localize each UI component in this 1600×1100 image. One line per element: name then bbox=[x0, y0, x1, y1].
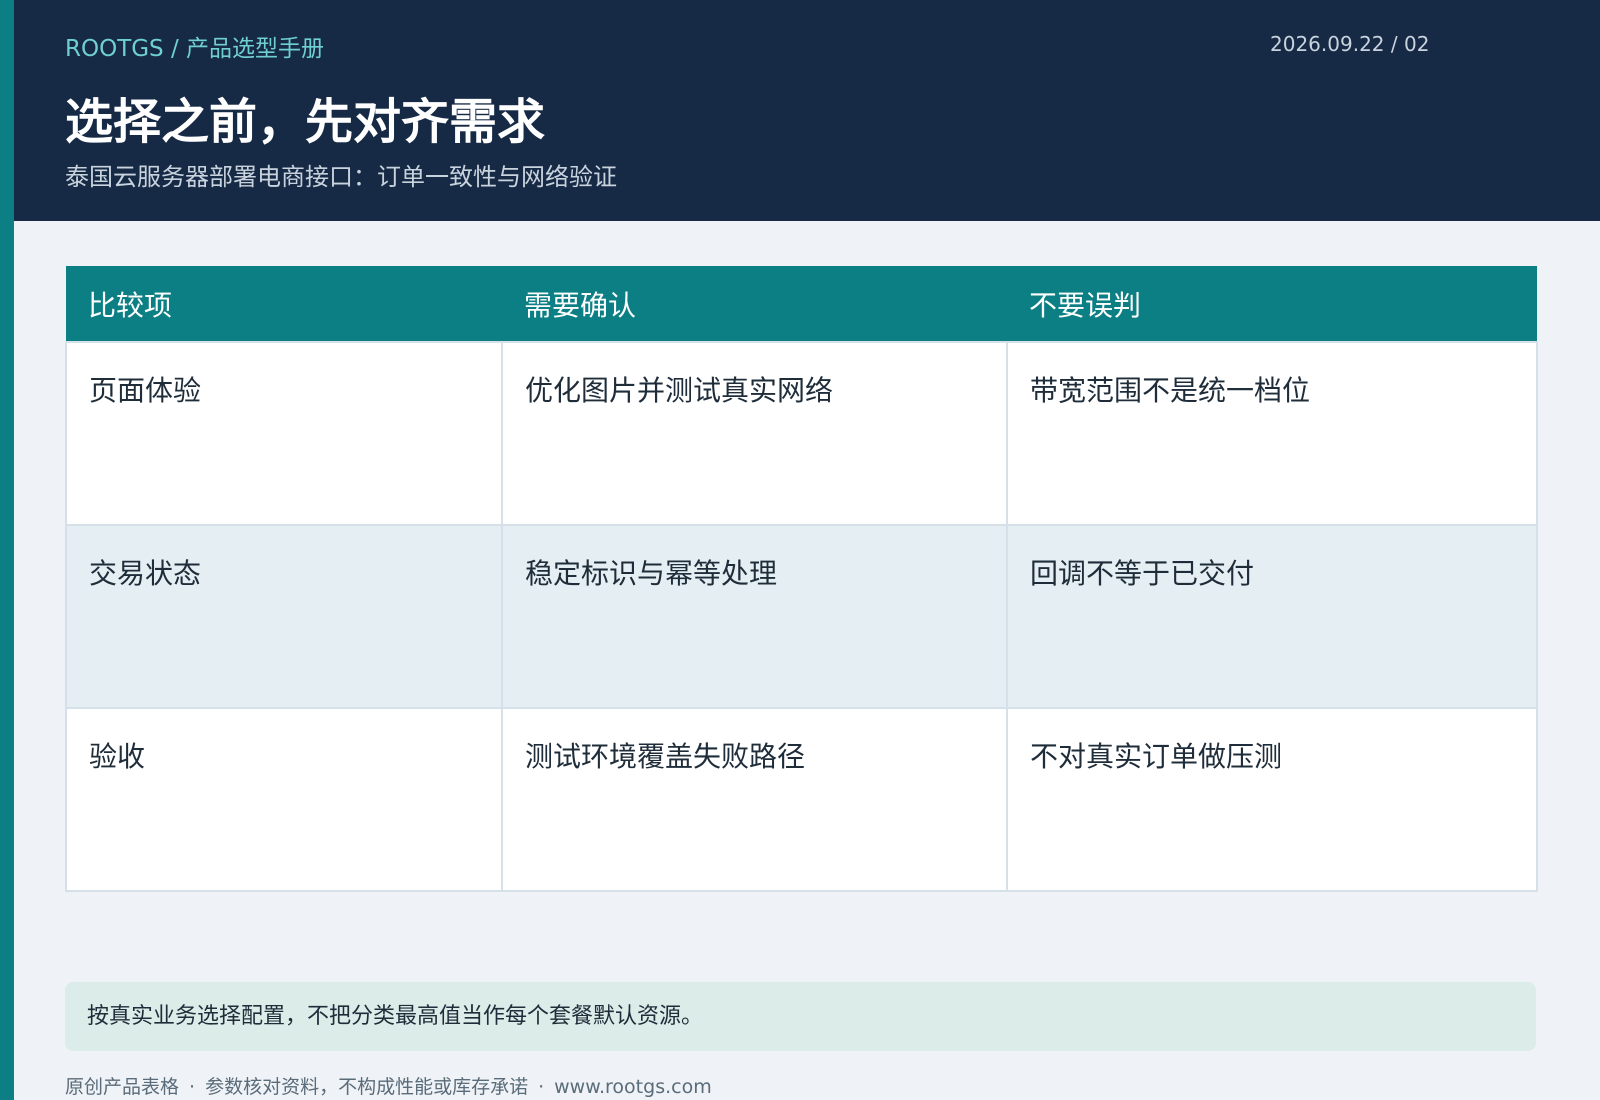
table-row: 页面体验 优化图片并测试真实网络 带宽范围不是统一档位 bbox=[65, 341, 1538, 526]
accent-bar bbox=[0, 0, 14, 1100]
comparison-table: 比较项 需要确认 不要误判 页面体验 优化图片并测试真实网络 带宽范围不是统一档… bbox=[65, 266, 1538, 892]
table-header-row: 比较项 需要确认 不要误判 bbox=[66, 266, 1537, 342]
table-row: 验收 测试环境覆盖失败路径 不对真实订单做压测 bbox=[65, 707, 1538, 892]
footer-website-link[interactable]: www.rootgs.com bbox=[554, 1076, 712, 1098]
note-banner: 按真实业务选择配置，不把分类最高值当作每个套餐默认资源。 bbox=[65, 982, 1536, 1051]
table-cell: 回调不等于已交付 bbox=[1006, 524, 1538, 709]
footer: 原创产品表格 · 参数核对资料，不构成性能或库存承诺 · www.rootgs.com bbox=[65, 1072, 712, 1099]
table-cell: 交易状态 bbox=[65, 524, 503, 709]
table-cell: 稳定标识与幂等处理 bbox=[501, 524, 1008, 709]
footer-item-original: 原创产品表格 bbox=[65, 1076, 180, 1098]
page-subtitle: 泰国云服务器部署电商接口：订单一致性与网络验证 bbox=[65, 163, 617, 191]
footer-separator: · bbox=[538, 1076, 545, 1098]
page-meta: 2026.09.22 / 02 bbox=[1270, 32, 1430, 56]
column-header-requirement: 需要确认 bbox=[502, 266, 1007, 342]
page-title: 选择之前，先对齐需求 bbox=[65, 94, 546, 150]
table-cell: 页面体验 bbox=[65, 341, 503, 526]
footer-item-disclaimer: 参数核对资料，不构成性能或库存承诺 bbox=[205, 1076, 529, 1098]
column-header-pitfall: 不要误判 bbox=[1007, 266, 1537, 342]
footer-separator: · bbox=[189, 1076, 196, 1098]
table-cell: 验收 bbox=[65, 707, 503, 892]
table-cell: 不对真实订单做压测 bbox=[1006, 707, 1538, 892]
page-header: ROOTGS / 产品选型手册 2026.09.22 / 02 选择之前，先对齐… bbox=[14, 0, 1600, 221]
table-cell: 带宽范围不是统一档位 bbox=[1006, 341, 1538, 526]
table-row: 交易状态 稳定标识与幂等处理 回调不等于已交付 bbox=[65, 524, 1538, 709]
table-cell: 优化图片并测试真实网络 bbox=[501, 341, 1008, 526]
breadcrumb[interactable]: ROOTGS / 产品选型手册 bbox=[65, 29, 324, 63]
column-header-item: 比较项 bbox=[66, 266, 502, 342]
table-cell: 测试环境覆盖失败路径 bbox=[501, 707, 1008, 892]
